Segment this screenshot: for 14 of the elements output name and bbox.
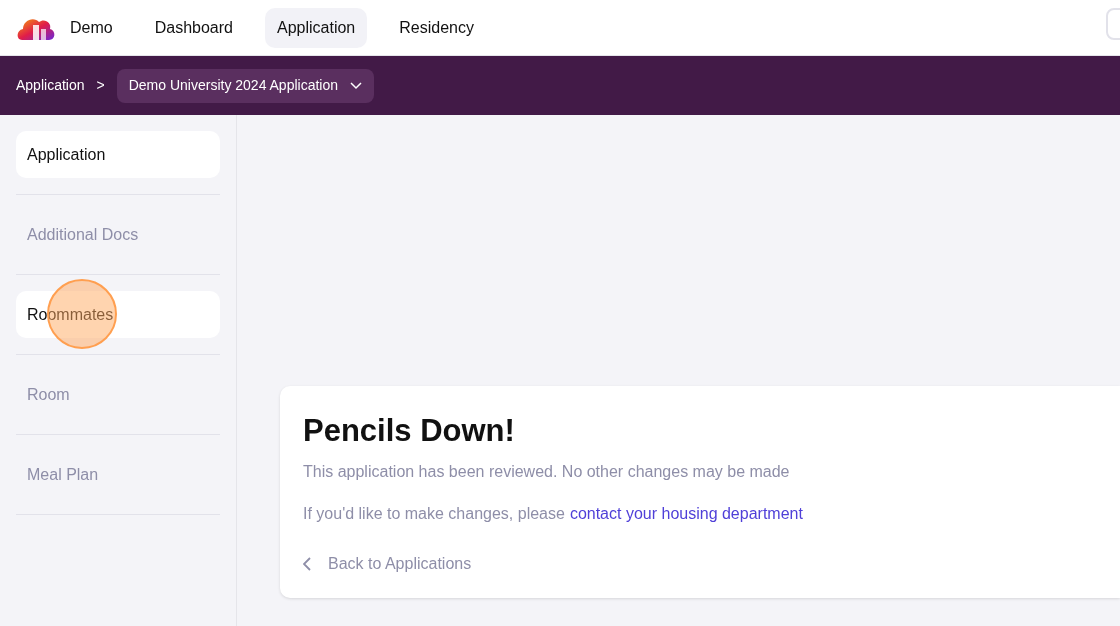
sidebar-item[interactable]: Application (16, 131, 220, 178)
nav-tab[interactable]: Dashboard (142, 7, 245, 48)
notice-title: Pencils Down! (303, 411, 516, 450)
brand-name: Demo (70, 17, 113, 38)
nav-tab[interactable]: Application (264, 7, 368, 48)
chevron-left-icon (303, 557, 312, 571)
application-dropdown[interactable]: Demo University 2024 Application (116, 68, 375, 103)
contact-text: If you'd like to make changes, please (303, 504, 565, 524)
contact-link[interactable]: contact your housing department (569, 502, 803, 526)
breadcrumb-separator: > (96, 76, 105, 95)
chevron-down-icon (350, 81, 363, 90)
notice-message: This application has been reviewed. No other changes may be made (303, 462, 791, 482)
nav-tab[interactable]: Residency (387, 7, 486, 48)
breadcrumb-link[interactable]: Application (16, 75, 85, 96)
